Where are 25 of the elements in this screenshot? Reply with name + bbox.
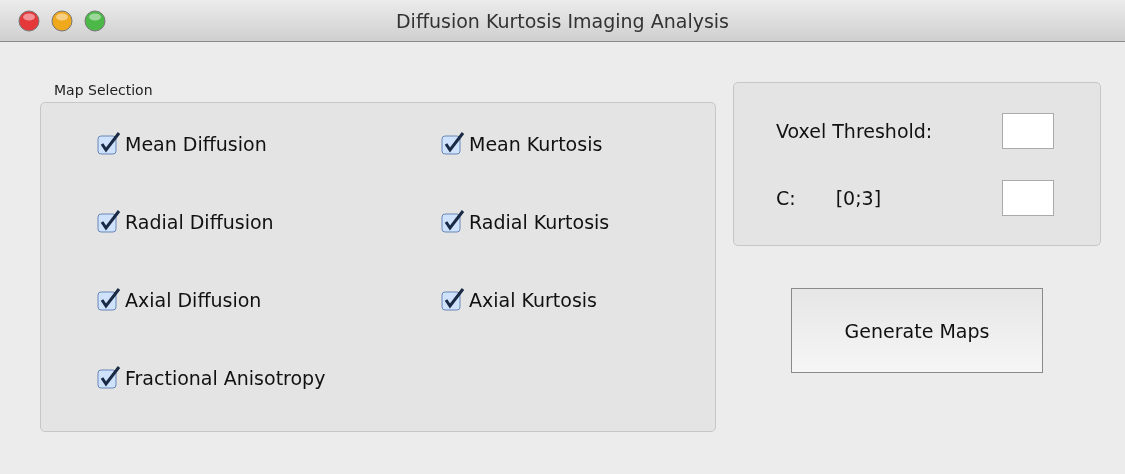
range-label: [0;3] <box>835 186 882 209</box>
window-title: Diffusion Kurtosis Imaging Analysis <box>396 9 729 32</box>
checkbox-icon[interactable] <box>441 210 465 234</box>
input-field[interactable] <box>1002 179 1054 216</box>
checkbox-icon[interactable] <box>97 366 121 390</box>
checkbox-icon[interactable] <box>441 288 465 312</box>
map-checkbox[interactable]: Axial Kurtosis <box>441 287 715 313</box>
map-checkbox[interactable]: Mean Kurtosis <box>441 131 715 157</box>
map-checkbox[interactable]: Axial Diffusion <box>97 287 441 313</box>
generate-maps-button[interactable]: Generate Maps <box>791 288 1043 373</box>
group-title: Map Selection <box>54 82 154 98</box>
parameter-label: Voxel Threshold: <box>776 119 933 142</box>
checkbox-icon[interactable] <box>97 132 121 156</box>
zoom-button[interactable] <box>84 9 106 32</box>
minimize-button[interactable] <box>51 9 73 32</box>
close-button[interactable] <box>18 9 40 32</box>
parameter-label: C: <box>776 186 796 209</box>
input-field[interactable] <box>1002 112 1054 149</box>
map-checkbox[interactable]: Radial Diffusion <box>97 209 441 235</box>
checkbox-icon[interactable] <box>441 132 465 156</box>
map-checkbox[interactable]: Mean Diffusion <box>97 131 441 157</box>
map-checkbox[interactable]: Fractional Anisotropy <box>97 365 441 391</box>
checkbox-icon[interactable] <box>97 210 121 234</box>
checkbox-icon[interactable] <box>97 288 121 312</box>
map-checkbox[interactable]: Radial Kurtosis <box>441 209 715 235</box>
